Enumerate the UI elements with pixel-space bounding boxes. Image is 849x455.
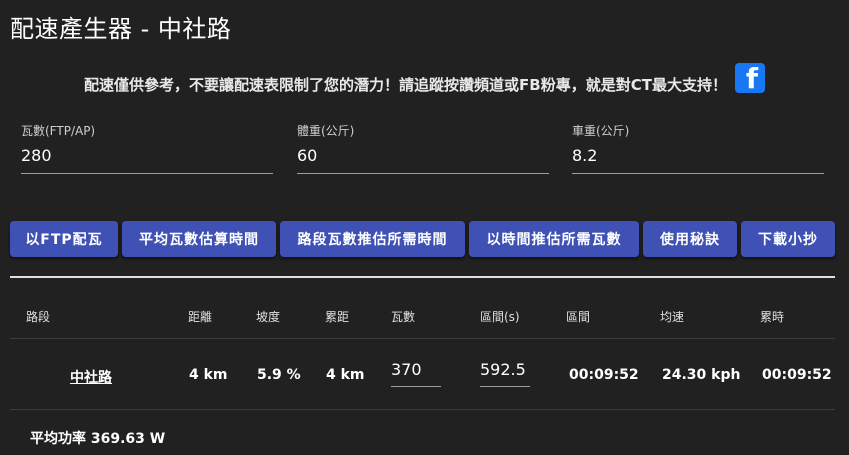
header-cum-distance: 累距 bbox=[325, 310, 350, 324]
header-interval-s: 區間(s) bbox=[480, 310, 520, 324]
header-interval: 區間 bbox=[566, 310, 591, 324]
segment-power-time-button[interactable]: 路段瓦數推估所需時間 bbox=[280, 221, 465, 257]
weight-field-label: 體重(公斤) bbox=[297, 124, 355, 138]
header-cum-time: 累時 bbox=[760, 310, 785, 324]
notice-row: 配速僅供參考，不要讓配速表限制了您的潛力！請追蹤按讚頻道或FB粉專，就是對CT最… bbox=[0, 60, 849, 95]
ftp-power-button[interactable]: 以FTP配瓦 bbox=[10, 221, 118, 257]
header-speed: 均速 bbox=[660, 310, 685, 324]
avg-power-time-button[interactable]: 平均瓦數估算時間 bbox=[122, 221, 276, 257]
weight-field: 體重(公斤) 60 bbox=[297, 122, 549, 174]
average-power: 平均功率 369.63 W bbox=[30, 431, 166, 447]
power-field-label: 瓦數(FTP/AP) bbox=[21, 124, 96, 138]
action-buttons: 以FTP配瓦 平均瓦數估算時間 路段瓦數推估所需時間 以時間推估所需瓦數 使用秘… bbox=[10, 221, 835, 257]
header-distance: 距離 bbox=[188, 310, 213, 324]
row-grade: 5.9 % bbox=[257, 367, 301, 383]
header-grade: 坡度 bbox=[256, 310, 281, 324]
time-power-button[interactable]: 以時間推估所需瓦數 bbox=[469, 221, 639, 257]
bike-weight-field: 車重(公斤) 8.2 bbox=[572, 122, 824, 174]
section-divider bbox=[10, 276, 835, 278]
segment-link[interactable]: 中社路 bbox=[70, 367, 112, 387]
support-notice: 配速僅供參考，不要讓配速表限制了您的潛力！請追蹤按讚頻道或FB粉專，就是對CT最… bbox=[84, 76, 727, 94]
row-interval: 00:09:52 bbox=[569, 367, 639, 383]
row-cum-time: 00:09:52 bbox=[762, 367, 832, 383]
bike-weight-input[interactable]: 8.2 bbox=[572, 146, 824, 174]
table-header-divider bbox=[10, 338, 835, 339]
row-distance: 4 km bbox=[189, 367, 228, 383]
download-cheatsheet-button[interactable]: 下載小抄 bbox=[741, 221, 835, 257]
header-power: 瓦數 bbox=[391, 310, 416, 324]
power-input[interactable]: 280 bbox=[21, 146, 273, 174]
facebook-icon-glyph: f bbox=[745, 62, 759, 93]
row-cum-distance: 4 km bbox=[326, 367, 365, 383]
weight-input[interactable]: 60 bbox=[297, 146, 549, 174]
table-row-divider bbox=[10, 409, 835, 410]
bike-weight-field-label: 車重(公斤) bbox=[572, 124, 630, 138]
page-title: 配速產生器 - 中社路 bbox=[10, 15, 232, 43]
row-power-input[interactable]: 370 bbox=[391, 360, 441, 387]
header-segment: 路段 bbox=[26, 310, 51, 324]
row-interval-s-input[interactable]: 592.5 bbox=[480, 360, 530, 387]
tips-button[interactable]: 使用秘訣 bbox=[643, 221, 737, 257]
row-speed: 24.30 kph bbox=[662, 367, 741, 383]
power-field: 瓦數(FTP/AP) 280 bbox=[21, 122, 273, 174]
facebook-icon[interactable]: f bbox=[734, 62, 765, 93]
